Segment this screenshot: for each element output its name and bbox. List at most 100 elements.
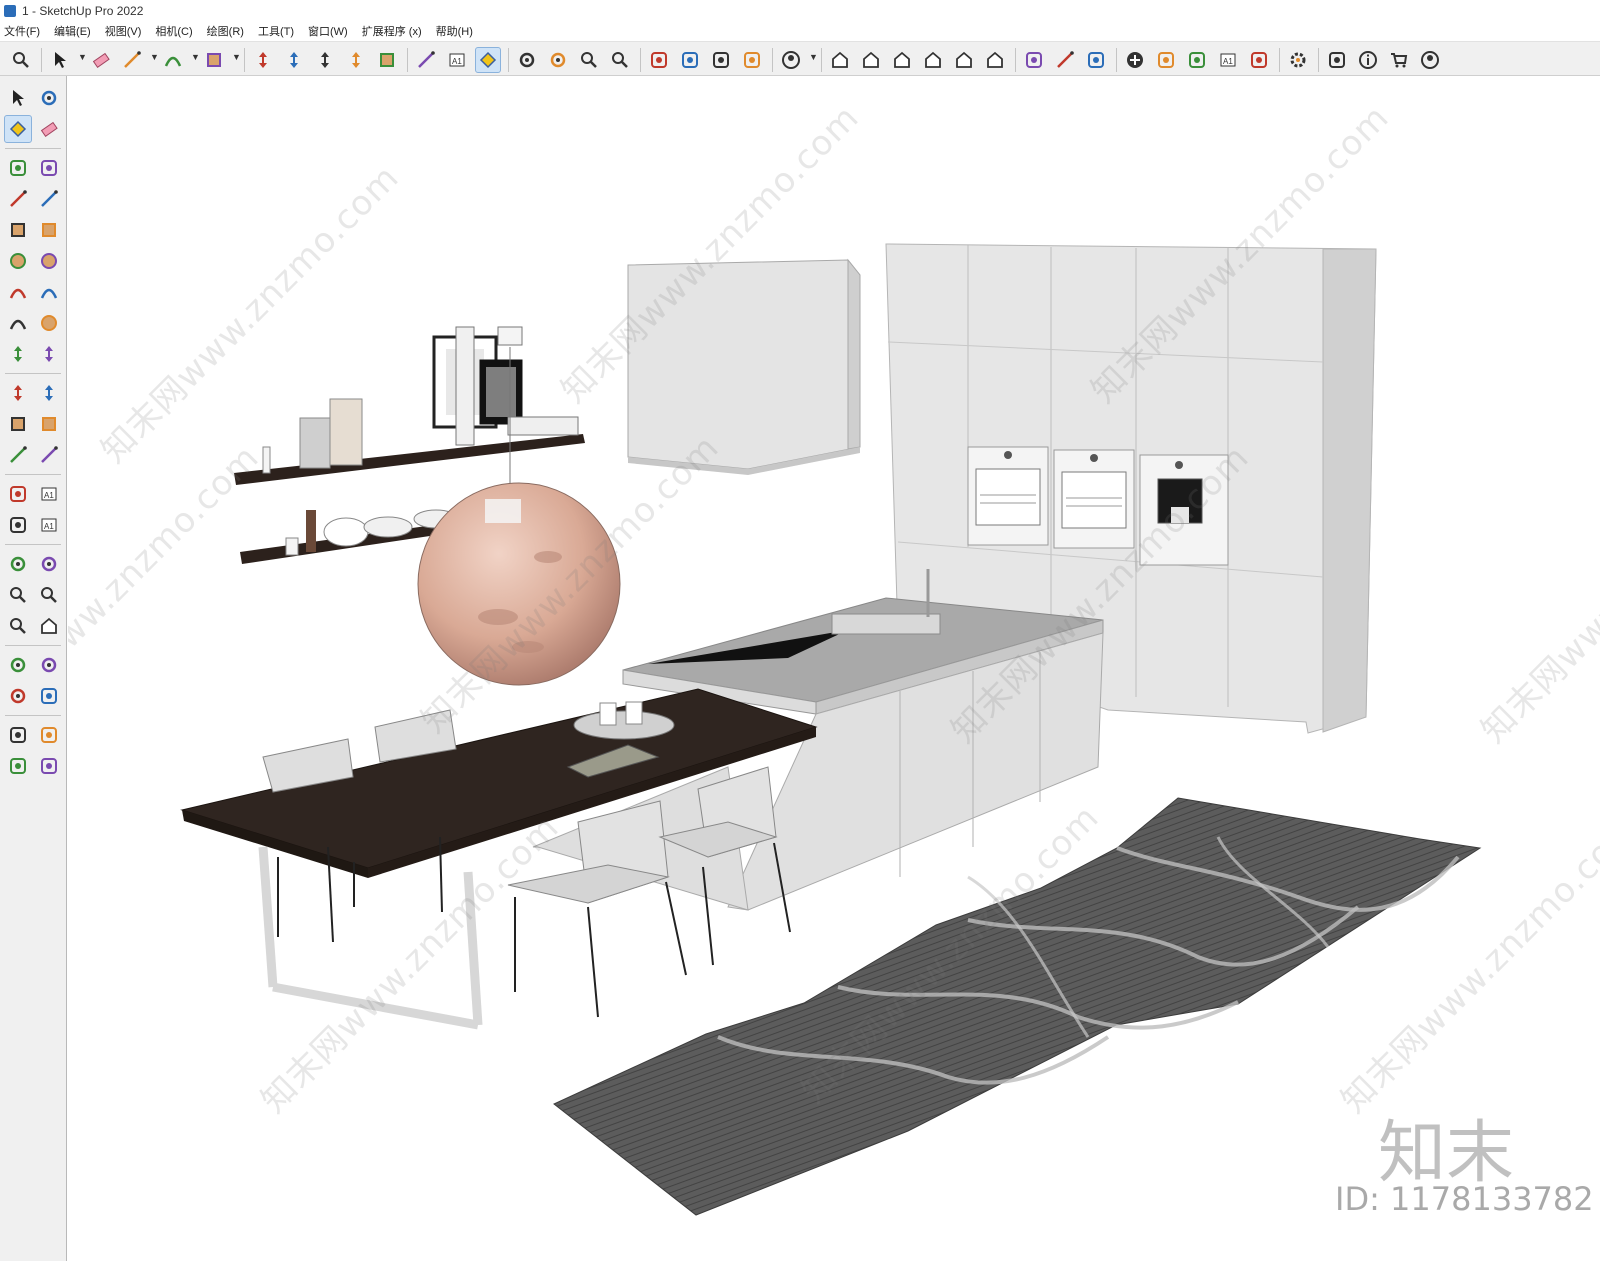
toolbar-comment-button[interactable] xyxy=(1324,47,1350,73)
toolbar-cloud-button[interactable] xyxy=(1246,47,1272,73)
left-toolbar-orbit-small-button[interactable] xyxy=(35,84,63,112)
left-toolbar-look-around-button[interactable] xyxy=(35,651,63,679)
toolbar-line-button[interactable] xyxy=(119,47,145,73)
left-toolbar-dimension-button[interactable] xyxy=(35,441,63,469)
left-toolbar-zoom-extents-button[interactable] xyxy=(4,612,32,640)
left-toolbar-zoom-button[interactable] xyxy=(4,581,32,609)
left-toolbar-two-point-arc-button[interactable] xyxy=(35,278,63,306)
toolbar-add-button[interactable] xyxy=(1122,47,1148,73)
menu-tools[interactable]: 工具(T) xyxy=(258,23,294,39)
toolbar-tape-measure-button[interactable] xyxy=(413,47,439,73)
toolbar-arc-button[interactable] xyxy=(160,47,186,73)
menu-help[interactable]: 帮助(H) xyxy=(436,23,473,39)
toolbar-settings-button[interactable] xyxy=(1285,47,1311,73)
left-toolbar-offset-button[interactable] xyxy=(35,410,63,438)
toolbar-scenes-button[interactable] xyxy=(1083,47,1109,73)
left-toolbar-warehouse-button[interactable] xyxy=(4,721,32,749)
toolbar-user-account-button[interactable] xyxy=(778,47,804,73)
toolbar-layers-button[interactable] xyxy=(708,47,734,73)
left-toolbar-extension-warehouse-button[interactable] xyxy=(35,721,63,749)
left-toolbar-position-camera-button[interactable] xyxy=(4,651,32,679)
toolbar-texture-button[interactable]: A1 xyxy=(1215,47,1241,73)
left-toolbar-protractor-button[interactable] xyxy=(4,480,32,508)
left-toolbar-line-button[interactable] xyxy=(4,185,32,213)
toolbar-outliner-button[interactable] xyxy=(1052,47,1078,73)
toolbar-follow-me-button[interactable] xyxy=(281,47,307,73)
left-toolbar-tag-button[interactable] xyxy=(35,154,63,182)
menu-file[interactable]: 文件(F) xyxy=(4,23,40,39)
left-toolbar-3d-text-button[interactable]: A1 xyxy=(35,511,63,539)
chevron-down-icon[interactable]: ▼ xyxy=(232,52,241,62)
left-toolbar-scale-button[interactable] xyxy=(4,410,32,438)
left-toolbar-component-button[interactable] xyxy=(4,154,32,182)
toolbar-iso-view-button[interactable] xyxy=(827,47,853,73)
toolbar-right-view-button[interactable] xyxy=(920,47,946,73)
left-toolbar-zoom-window-button[interactable] xyxy=(35,581,63,609)
chevron-down-icon[interactable]: ▼ xyxy=(150,52,159,62)
left-toolbar-polygon-button[interactable] xyxy=(35,247,63,275)
toolbar-top-view-button[interactable] xyxy=(858,47,884,73)
toolbar-cart-button[interactable] xyxy=(1386,47,1412,73)
left-toolbar-arc-button[interactable] xyxy=(4,278,32,306)
toolbar-text-button[interactable]: A1 xyxy=(444,47,470,73)
left-toolbar-select-button[interactable] xyxy=(4,84,32,112)
toolbar-pan-button[interactable] xyxy=(545,47,571,73)
left-toolbar-rotate-button[interactable] xyxy=(4,379,32,407)
toolbar-extension-button[interactable] xyxy=(677,47,703,73)
left-toolbar-eraser-button[interactable] xyxy=(35,115,63,143)
left-toolbar-rectangle-button[interactable] xyxy=(4,216,32,244)
left-toolbar-previous-view-button[interactable] xyxy=(35,612,63,640)
left-toolbar-three-point-arc-button[interactable] xyxy=(4,309,32,337)
left-toolbar-pan-button[interactable] xyxy=(35,550,63,578)
toolbar-warehouse-button[interactable] xyxy=(646,47,672,73)
toolbar-zoom-window-button[interactable] xyxy=(576,47,602,73)
left-toolbar-push-pull-button[interactable] xyxy=(35,340,63,368)
toolbar-orbit-button[interactable] xyxy=(514,47,540,73)
left-toolbar-walk-button[interactable] xyxy=(4,682,32,710)
chevron-down-icon[interactable]: ▼ xyxy=(78,52,87,62)
look-around-icon xyxy=(41,657,57,673)
chevron-down-icon[interactable]: ▼ xyxy=(809,52,818,62)
toolbar-front-view-button[interactable] xyxy=(889,47,915,73)
toolbar-shield-button[interactable] xyxy=(1153,47,1179,73)
menu-view[interactable]: 视图(V) xyxy=(105,23,142,39)
toolbar-style-button[interactable] xyxy=(1184,47,1210,73)
toolbar-move-button[interactable] xyxy=(312,47,338,73)
left-toolbar-freehand-button[interactable] xyxy=(35,185,63,213)
toolbar-select-button[interactable] xyxy=(47,47,73,73)
toolbar-info-button[interactable] xyxy=(1355,47,1381,73)
toolbar-scale-button[interactable] xyxy=(374,47,400,73)
left-toolbar-move-button[interactable] xyxy=(4,340,32,368)
toolbar-rotate-button[interactable] xyxy=(343,47,369,73)
menu-draw[interactable]: 绘图(R) xyxy=(207,23,244,39)
toolbar-profile-button[interactable] xyxy=(1417,47,1443,73)
menu-extensions[interactable]: 扩展程序 (x) xyxy=(362,23,422,39)
left-toolbar-orbit-button[interactable] xyxy=(4,550,32,578)
model-viewport[interactable]: 知末网www.znzmo.com 知末网www.znzmo.com 知末网www… xyxy=(68,77,1600,1261)
left-toolbar-text-button[interactable]: A1 xyxy=(35,480,63,508)
left-toolbar-section-plane-button[interactable] xyxy=(35,682,63,710)
toolbar-section-button[interactable] xyxy=(739,47,765,73)
left-toolbar-sandbox-button[interactable] xyxy=(35,752,63,780)
menu-camera[interactable]: 相机(C) xyxy=(155,23,192,39)
toolbar-push-pull-button[interactable] xyxy=(250,47,276,73)
chevron-down-icon[interactable]: ▼ xyxy=(191,52,200,62)
toolbar-left-view-button[interactable] xyxy=(982,47,1008,73)
toolbar-rectangle-button[interactable] xyxy=(201,47,227,73)
toolbar-zoom-extents-button[interactable] xyxy=(607,47,633,73)
toolbar-back-view-button[interactable] xyxy=(951,47,977,73)
menu-edit[interactable]: 编辑(E) xyxy=(54,23,91,39)
left-toolbar-paint-bucket-button[interactable] xyxy=(4,115,32,143)
toolbar-paint-bucket-button[interactable] xyxy=(475,47,501,73)
toolbar-solid-tools-button[interactable] xyxy=(1021,47,1047,73)
left-toolbar-circle-button[interactable] xyxy=(4,247,32,275)
left-toolbar-pie-button[interactable] xyxy=(35,309,63,337)
left-toolbar-tape-measure-button[interactable] xyxy=(4,441,32,469)
left-toolbar-axes-button[interactable] xyxy=(4,511,32,539)
left-toolbar-rotated-rectangle-button[interactable] xyxy=(35,216,63,244)
toolbar-zoom-button[interactable] xyxy=(8,47,34,73)
toolbar-eraser-button[interactable] xyxy=(88,47,114,73)
menu-window[interactable]: 窗口(W) xyxy=(308,23,348,39)
left-toolbar-layout-button[interactable] xyxy=(4,752,32,780)
left-toolbar-follow-me-button[interactable] xyxy=(35,379,63,407)
